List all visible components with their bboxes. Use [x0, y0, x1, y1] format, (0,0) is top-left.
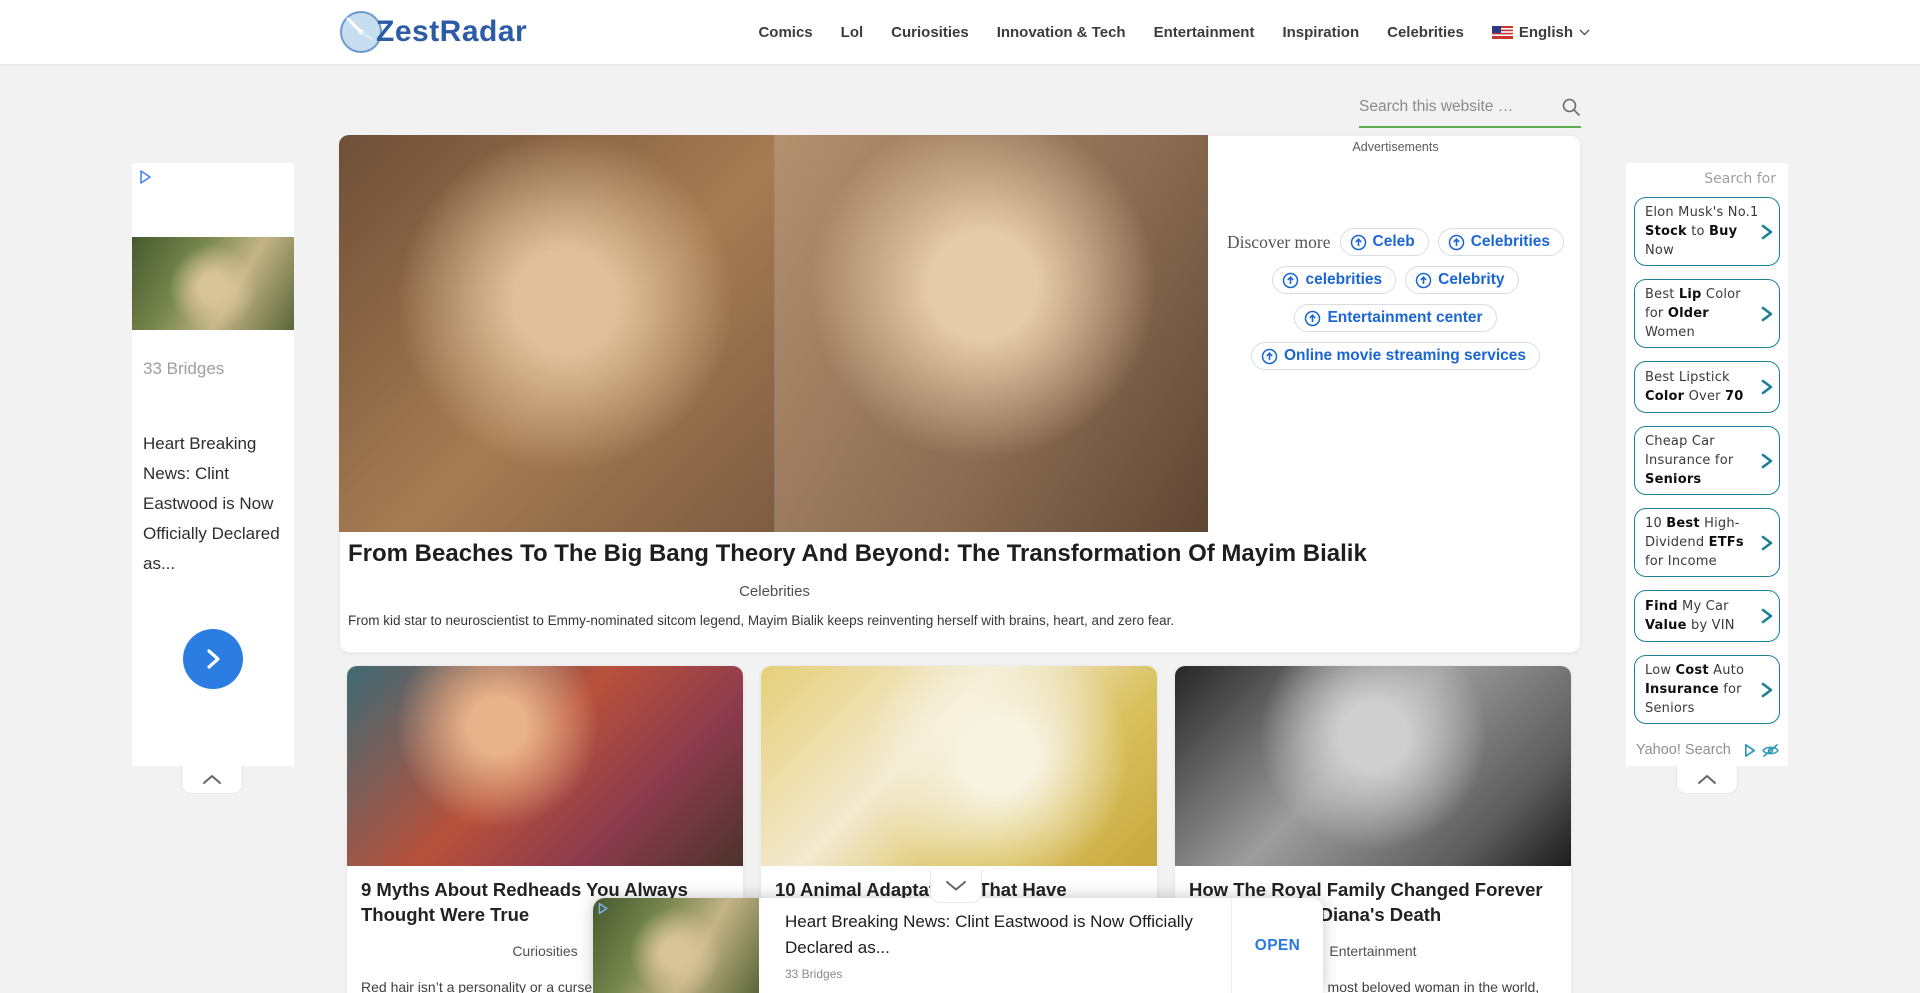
chevron-right-icon: [1759, 306, 1775, 322]
article-image-princess-diana[interactable]: [1175, 666, 1571, 866]
sponsored-link-dividend-etfs[interactable]: 10 Best High-Dividend ETFs for Income: [1634, 508, 1780, 577]
nav-item-lol[interactable]: Lol: [841, 24, 864, 41]
language-selector[interactable]: English: [1492, 24, 1590, 41]
tag-pill-celeb[interactable]: Celeb: [1340, 228, 1429, 256]
left-ad-photo-clint-eastwood[interactable]: [132, 237, 294, 330]
sponsored-link-low-cost-insurance[interactable]: Low Cost Auto Insurance for Seniors: [1634, 655, 1780, 724]
left-ad-unit[interactable]: 33 Bridges Heart Breaking News: Clint Ea…: [132, 163, 294, 766]
article-image-gecko-foot[interactable]: [761, 666, 1157, 866]
tag-pill-celebrities[interactable]: Celebrities: [1438, 228, 1564, 256]
page: ZestRadar Comics Lol Curiosities Innovat…: [0, 0, 1920, 993]
featured-article-excerpt: From kid star to neuroscientist to Emmy-…: [348, 613, 1348, 628]
adchoices-icon[interactable]: [1743, 743, 1758, 758]
tag-pill-online-movie-streaming[interactable]: Online movie streaming services: [1251, 342, 1540, 370]
search-for-label: Search for: [1634, 169, 1780, 197]
photo-adult-mayim: [774, 135, 1209, 532]
search-icon[interactable]: [1561, 97, 1581, 117]
nav-item-celebrities[interactable]: Celebrities: [1387, 24, 1464, 41]
yahoo-search-label[interactable]: Yahoo! Search: [1636, 742, 1731, 758]
left-ad-headline[interactable]: Heart Breaking News: Clint Eastwood is N…: [143, 429, 285, 579]
chevron-right-icon: [1759, 682, 1775, 698]
nav-item-innovation-tech[interactable]: Innovation & Tech: [997, 24, 1126, 41]
chevron-down-icon: [1579, 29, 1590, 36]
ad-attribution: Yahoo! Search: [1636, 742, 1780, 758]
hide-ad-eye-icon[interactable]: [1761, 743, 1780, 758]
featured-article-card: From Beaches To The Big Bang Theory And …: [339, 135, 1581, 653]
main-navigation: Comics Lol Curiosities Innovation & Tech…: [758, 24, 1590, 41]
site-logo-text: ZestRadar: [376, 15, 527, 49]
photo-young-mayim: [339, 135, 774, 532]
adchoices-icon[interactable]: [138, 169, 154, 185]
sponsored-link-car-insurance[interactable]: Cheap Car Insurance for Seniors: [1634, 426, 1780, 495]
sponsored-link-car-value-vin[interactable]: Find My Car Value by VIN: [1634, 590, 1780, 642]
chevron-right-icon: [1759, 608, 1775, 624]
site-search: [1359, 88, 1581, 128]
adchoices-icon[interactable]: [597, 902, 613, 918]
right-ad-unit: Search for Elon Musk's No.1 Stock to Buy…: [1626, 163, 1788, 766]
right-ad-collapse-tab[interactable]: [1676, 766, 1738, 794]
bottom-ad-open-section: OPEN: [1231, 898, 1323, 993]
featured-article-image-mayim-bialik[interactable]: [339, 135, 1208, 532]
sponsored-link-elon-musk-stock[interactable]: Elon Musk's No.1 Stock to Buy Now: [1634, 197, 1780, 266]
bottom-sticky-ad: Heart Breaking News: Clint Eastwood is N…: [593, 898, 1323, 993]
chevron-right-icon: [1759, 224, 1775, 240]
nav-item-entertainment[interactable]: Entertainment: [1154, 24, 1255, 41]
hero-right-column: Advertisements Discover more Celeb Celeb…: [1209, 136, 1582, 652]
discover-more-tags: Discover more Celeb Celebrities celebrit…: [1218, 228, 1574, 370]
nav-item-comics[interactable]: Comics: [758, 24, 812, 41]
site-logo[interactable]: ZestRadar: [338, 9, 527, 55]
open-button[interactable]: OPEN: [1255, 937, 1301, 955]
left-ad-collapse-tab[interactable]: [181, 766, 243, 794]
top-navigation-bar: ZestRadar Comics Lol Curiosities Innovat…: [0, 0, 1920, 64]
bottom-ad-advertiser: 33 Bridges: [785, 967, 1221, 981]
bottom-ad-photo-clint-eastwood[interactable]: [593, 898, 759, 993]
tag-pill-celebrity[interactable]: Celebrity: [1405, 266, 1518, 294]
tag-pill-entertainment-center[interactable]: Entertainment center: [1294, 304, 1496, 332]
left-ad-advertiser: 33 Bridges: [143, 359, 224, 379]
tag-pill-celebrities-lower[interactable]: celebrities: [1272, 266, 1396, 294]
sponsored-link-lipstick-color[interactable]: Best Lipstick Color Over 70: [1634, 361, 1780, 413]
left-ad-cta-button[interactable]: [183, 629, 243, 689]
search-input[interactable]: [1359, 98, 1561, 116]
chevron-right-icon: [1759, 453, 1775, 469]
chevron-right-icon: [1759, 535, 1775, 551]
chevron-right-icon: [1759, 379, 1775, 395]
us-flag-icon: [1492, 26, 1513, 39]
bottom-ad-headline[interactable]: Heart Breaking News: Clint Eastwood is N…: [785, 909, 1221, 962]
article-image-redhead-woman[interactable]: [347, 666, 743, 866]
advertisements-label: Advertisements: [1209, 140, 1582, 154]
discover-more-label: Discover more: [1227, 232, 1331, 253]
bottom-ad-content: Heart Breaking News: Clint Eastwood is N…: [759, 898, 1231, 993]
featured-article-category[interactable]: Celebrities: [340, 583, 1209, 600]
nav-item-inspiration[interactable]: Inspiration: [1282, 24, 1359, 41]
sponsored-link-lip-color[interactable]: Best Lip Color for Older Women: [1634, 279, 1780, 348]
language-label: English: [1519, 24, 1573, 41]
bottom-ad-collapse-tab[interactable]: [930, 870, 982, 903]
nav-item-curiosities[interactable]: Curiosities: [891, 24, 969, 41]
